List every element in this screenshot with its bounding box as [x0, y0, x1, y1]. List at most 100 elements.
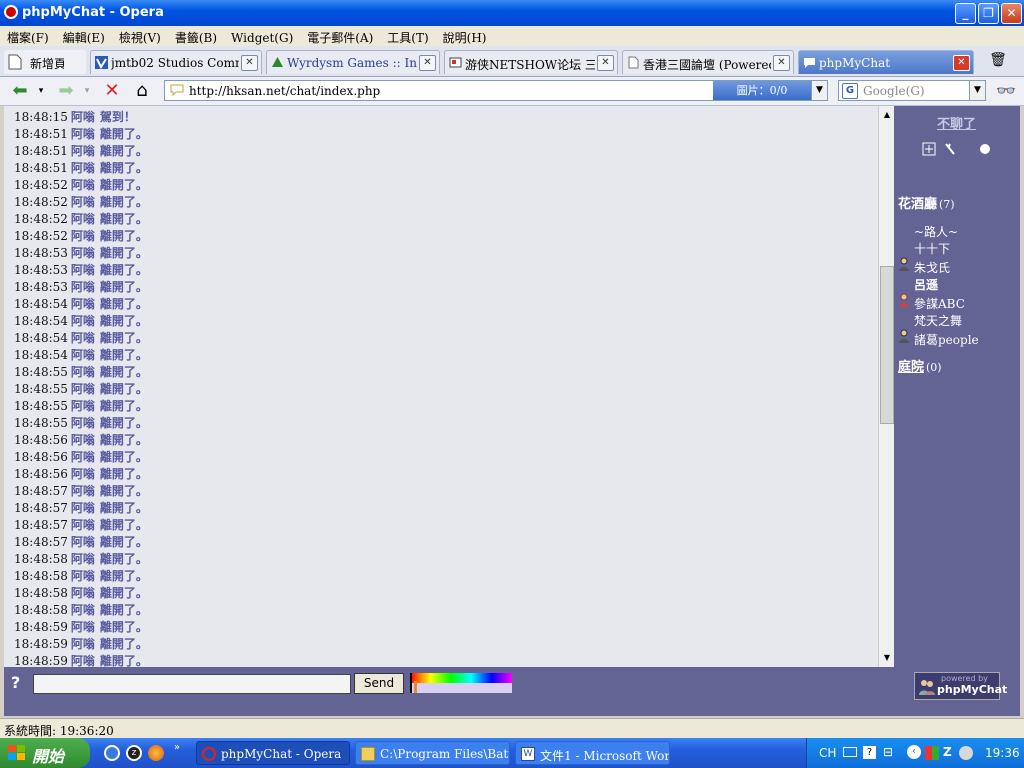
url-text[interactable]: http://hksan.net/chat/index.php: [189, 84, 380, 98]
scroll-up-icon[interactable]: ▲: [880, 108, 894, 122]
send-button[interactable]: Send: [354, 673, 404, 694]
help-icon[interactable]: ?: [11, 673, 20, 692]
tray-menu-icon[interactable]: ⊟: [883, 745, 893, 759]
close-tab-icon[interactable]: ✕: [953, 55, 970, 71]
zone-alarm-icon[interactable]: z: [126, 745, 142, 761]
stop-icon[interactable]: ✕: [100, 80, 124, 102]
help-tray-icon[interactable]: ?: [863, 746, 876, 759]
room-hall[interactable]: 花酒廳 (7): [898, 193, 955, 212]
close-window-button[interactable]: ✕: [1001, 3, 1022, 24]
menu-file[interactable]: 檔案(F): [0, 26, 56, 46]
keyboard-icon[interactable]: [843, 747, 857, 757]
message-user[interactable]: 阿嗡: [71, 280, 95, 294]
message-user[interactable]: 阿嗡: [71, 586, 95, 600]
new-tab-button[interactable]: 新增頁籤: [4, 50, 86, 74]
search-box[interactable]: G Google(G) ▼: [838, 80, 986, 101]
message-user[interactable]: 阿嗡: [71, 365, 95, 379]
message-user[interactable]: 阿嗡: [71, 603, 95, 617]
message-user[interactable]: 阿嗡: [71, 263, 95, 277]
message-user[interactable]: 阿嗡: [71, 127, 95, 141]
ime-icon[interactable]: [925, 746, 939, 760]
address-bar[interactable]: http://hksan.net/chat/index.php 圖片：0/0 ▼: [164, 80, 828, 101]
close-tab-icon[interactable]: ✕: [241, 55, 258, 71]
color-palette[interactable]: [410, 673, 512, 693]
message-user[interactable]: 阿嗡: [71, 416, 95, 430]
message-user[interactable]: 阿嗡: [71, 314, 95, 328]
message-user[interactable]: 阿嗡: [71, 110, 95, 124]
message-user[interactable]: 阿嗡: [71, 501, 95, 515]
message-user[interactable]: 阿嗡: [71, 246, 95, 260]
tab-hk-sanguo[interactable]: 香港三國論壇 (Powered ... ✕: [622, 50, 794, 74]
forward-icon[interactable]: ➡: [54, 80, 78, 102]
message-user[interactable]: 阿嗡: [71, 212, 95, 226]
task-word[interactable]: W 文件1 - Microsoft Word: [515, 741, 670, 765]
forward-history-dropdown-icon[interactable]: ▾: [82, 80, 92, 102]
menu-help[interactable]: 說明(H): [436, 26, 494, 46]
user-item[interactable]: 呂遜: [914, 276, 938, 293]
message-user[interactable]: 阿嗡: [71, 620, 95, 634]
minimize-button[interactable]: _: [955, 3, 976, 24]
message-user[interactable]: 阿嗡: [71, 569, 95, 583]
message-user[interactable]: 阿嗡: [71, 348, 95, 362]
room-courtyard[interactable]: 庭院 (0): [898, 356, 942, 375]
user-item[interactable]: 十十下: [914, 240, 950, 257]
menu-edit[interactable]: 編輯(E): [56, 26, 112, 46]
clock[interactable]: 19:36: [985, 746, 1020, 760]
network-icon[interactable]: [959, 746, 973, 760]
message-user[interactable]: 阿嗡: [71, 552, 95, 566]
message-user[interactable]: 阿嗡: [71, 399, 95, 413]
trash-icon[interactable]: 🗑: [986, 49, 1010, 71]
close-tab-icon[interactable]: ✕: [773, 55, 790, 71]
tray-expand-icon[interactable]: ‹: [907, 745, 921, 759]
language-indicator[interactable]: CH: [819, 746, 836, 760]
message-user[interactable]: 阿嗡: [71, 178, 95, 192]
close-tab-icon[interactable]: ✕: [597, 55, 614, 71]
message-user[interactable]: 阿嗡: [71, 229, 95, 243]
search-dropdown-icon[interactable]: ▼: [969, 81, 985, 100]
tab-phpmychat[interactable]: phpMyChat ✕: [798, 50, 974, 74]
back-history-dropdown-icon[interactable]: ▾: [36, 80, 46, 102]
window-titlebar[interactable]: phpMyChat - Opera _ ❐ ✕: [0, 0, 1024, 26]
message-user[interactable]: 阿嗡: [71, 518, 95, 532]
close-tab-icon[interactable]: ✕: [419, 55, 436, 71]
menu-widget[interactable]: Widget(G): [224, 28, 300, 45]
menu-tools[interactable]: 工具(T): [380, 26, 435, 46]
user-item[interactable]: 諸葛people: [914, 331, 979, 348]
message-user[interactable]: 阿嗡: [71, 161, 95, 175]
message-user[interactable]: 阿嗡: [71, 535, 95, 549]
home-icon[interactable]: ⌂: [130, 80, 154, 102]
user-item[interactable]: 參謀ABC: [914, 295, 965, 312]
user-item[interactable]: 梵天之舞: [914, 312, 962, 329]
menu-view[interactable]: 檢視(V): [112, 26, 168, 46]
message-user[interactable]: 阿嗡: [71, 195, 95, 209]
tools-icon[interactable]: [945, 143, 955, 155]
tab-netshow[interactable]: 游侠NETSHOW论坛 三... ✕: [444, 50, 618, 74]
quit-link[interactable]: 不聊了: [937, 113, 976, 132]
zone-tray-icon[interactable]: Z: [943, 745, 957, 759]
search-input[interactable]: Google(G): [863, 84, 925, 98]
back-icon[interactable]: ⬅: [8, 80, 32, 102]
message-user[interactable]: 阿嗡: [71, 382, 95, 396]
tab-jmtb02[interactable]: jmtb02 Studios Communit... ✕: [90, 50, 262, 74]
scroll-thumb[interactable]: [880, 266, 894, 424]
quicklaunch-more-icon[interactable]: »: [174, 742, 184, 758]
task-explorer[interactable]: C:\Program Files\Battl...: [355, 741, 510, 765]
task-opera[interactable]: phpMyChat - Opera: [196, 741, 350, 765]
address-dropdown-icon[interactable]: ▼: [811, 81, 827, 100]
tab-wyrdysm[interactable]: Wyrdysm Games :: Index ✕: [266, 50, 440, 74]
user-item[interactable]: 朱戈氏: [914, 259, 950, 276]
restore-button[interactable]: ❐: [978, 3, 999, 24]
message-user[interactable]: 阿嗡: [71, 467, 95, 481]
status-dot-icon[interactable]: [980, 144, 990, 154]
message-user[interactable]: 阿嗡: [71, 450, 95, 464]
message-user[interactable]: 阿嗡: [71, 331, 95, 345]
message-user[interactable]: 阿嗡: [71, 484, 95, 498]
message-user[interactable]: 阿嗡: [71, 433, 95, 447]
expand-icon[interactable]: [922, 142, 936, 156]
glasses-icon[interactable]: 👓: [992, 80, 1020, 102]
message-input[interactable]: [33, 674, 351, 694]
message-user[interactable]: 阿嗡: [71, 297, 95, 311]
ie-icon[interactable]: [104, 745, 120, 761]
message-user[interactable]: 阿嗡: [71, 654, 95, 667]
menu-bookmarks[interactable]: 書籤(B): [168, 26, 224, 46]
